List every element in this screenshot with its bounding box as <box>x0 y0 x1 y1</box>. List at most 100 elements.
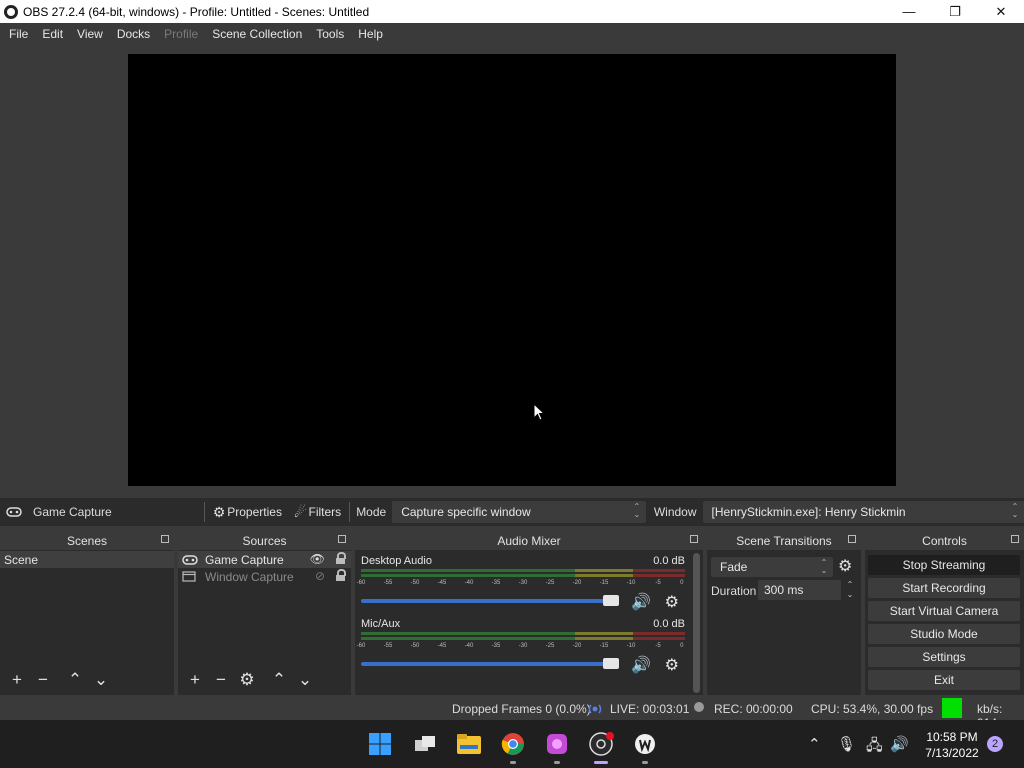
record-dot-icon <box>694 702 704 712</box>
duration-stepper[interactable]: ⌃ ⌄ <box>844 580 856 600</box>
add-scene-button[interactable]: + <box>4 670 30 690</box>
obs-logo-icon <box>4 4 18 19</box>
meter-tick: -15 <box>599 580 609 586</box>
menu-edit[interactable]: Edit <box>35 27 70 41</box>
lock-icon[interactable] <box>336 569 346 581</box>
app-icon[interactable] <box>632 731 658 757</box>
scene-item-label: Scene <box>4 552 39 567</box>
add-source-button[interactable]: + <box>182 670 208 690</box>
window-select[interactable]: [HenryStickmin.exe]: Henry Stickmin ⌃ ⌄ <box>702 501 1024 523</box>
menu-bar: File Edit View Docks Profile Scene Colle… <box>0 23 1024 45</box>
controls-dock: Controls Stop Streaming Start Recording … <box>865 531 1024 695</box>
meter-tick: -5 <box>655 580 661 586</box>
obs-taskbar-icon[interactable] <box>588 731 614 757</box>
broadcast-icon <box>588 704 602 714</box>
volume-slider-handle[interactable] <box>603 595 619 606</box>
mixer-title: Audio Mixer <box>497 533 561 548</box>
menu-profile[interactable]: Profile <box>157 27 205 41</box>
system-clock[interactable]: 10:58 PM 7/13/2022 <box>912 729 992 761</box>
move-source-down-button[interactable]: ⌄ <box>292 670 318 690</box>
mouse-cursor-icon <box>533 403 545 421</box>
chrome-icon[interactable] <box>500 731 526 757</box>
menu-docks[interactable]: Docks <box>110 27 157 41</box>
meter-tick: -10 <box>626 580 636 586</box>
menu-tools[interactable]: Tools <box>309 27 351 41</box>
meter-tick: -5 <box>655 643 661 649</box>
source-properties-gear-icon[interactable]: ⚙ <box>234 670 260 690</box>
undock-icon[interactable] <box>848 535 856 543</box>
app-active-indicator <box>594 761 608 764</box>
meter-tick: -40 <box>464 643 474 649</box>
gear-icon: ⚙ <box>212 503 226 520</box>
menu-view[interactable]: View <box>70 27 110 41</box>
speaker-icon[interactable]: 🔊 <box>631 655 651 675</box>
app-icon[interactable] <box>544 731 570 757</box>
hidden-eye-icon[interactable]: ⊘ <box>315 569 325 583</box>
remove-source-button[interactable]: − <box>208 670 234 690</box>
menu-scene-collection[interactable]: Scene Collection <box>205 27 309 41</box>
undock-icon[interactable] <box>1011 535 1019 543</box>
lock-icon[interactable] <box>336 552 346 564</box>
chevron-up-icon[interactable]: ⌃ <box>808 735 821 753</box>
window-icon <box>182 571 196 582</box>
source-item[interactable]: Window Capture ⊘ <box>178 568 351 585</box>
undock-icon[interactable] <box>690 535 698 543</box>
minimize-button[interactable]: — <box>886 0 932 23</box>
network-icon[interactable]: 🖧 <box>866 735 883 760</box>
volume-icon[interactable]: 🔊 <box>890 735 909 753</box>
menu-help[interactable]: Help <box>351 27 390 41</box>
preview-canvas[interactable] <box>128 54 896 486</box>
volume-slider-handle[interactable] <box>603 658 619 669</box>
selected-source: Game Capture <box>0 505 200 519</box>
remove-scene-button[interactable]: − <box>30 670 56 690</box>
speaker-icon[interactable]: 🔊 <box>631 592 651 612</box>
task-view-icon[interactable] <box>412 731 438 757</box>
stop-streaming-button[interactable]: Stop Streaming <box>868 555 1020 575</box>
transition-select[interactable]: Fade ⌃ ⌄ <box>711 557 833 577</box>
clock-time: 10:58 PM <box>926 730 978 744</box>
undock-icon[interactable] <box>338 535 346 543</box>
windows-start-icon[interactable] <box>367 731 393 757</box>
meter-tick: -55 <box>383 643 393 649</box>
move-source-up-button[interactable]: ⌃ <box>266 670 292 690</box>
filters-button[interactable]: ☄ Filters <box>288 500 347 524</box>
source-item[interactable]: Game Capture 👁 <box>178 551 351 568</box>
properties-button[interactable]: ⚙ Properties <box>207 500 288 524</box>
move-scene-up-button[interactable]: ⌃ <box>62 670 88 690</box>
exit-button[interactable]: Exit <box>868 670 1020 690</box>
taskbar: ⌃ 🎙 🖧 🔊 10:58 PM 7/13/2022 2 <box>0 720 1024 768</box>
file-explorer-icon[interactable] <box>456 731 482 757</box>
start-virtual-camera-button[interactable]: Start Virtual Camera <box>868 601 1020 621</box>
mixer-scrollbar[interactable] <box>693 553 700 693</box>
microphone-icon[interactable]: 🎙 <box>837 735 856 753</box>
scenes-toolbar: + − ⌃ ⌄ <box>0 665 174 695</box>
gear-icon[interactable]: ⚙ <box>665 592 679 612</box>
undock-icon[interactable] <box>161 535 169 543</box>
preview-area <box>0 45 1024 498</box>
start-recording-button[interactable]: Start Recording <box>868 578 1020 598</box>
sources-header: Sources <box>178 531 351 550</box>
volume-slider[interactable] <box>361 595 619 606</box>
meter-tick: 0 <box>680 580 684 586</box>
menu-file[interactable]: File <box>2 27 35 41</box>
transition-value: Fade <box>720 560 748 574</box>
channel-name: Desktop Audio <box>361 555 432 567</box>
window-value: [HenryStickmin.exe]: Henry Stickmin <box>711 505 906 519</box>
notification-badge[interactable]: 2 <box>987 736 1003 752</box>
mode-select[interactable]: Capture specific window ⌃ ⌄ <box>392 501 646 523</box>
gear-icon[interactable]: ⚙ <box>838 556 852 576</box>
meter-tick: -10 <box>626 643 636 649</box>
settings-button[interactable]: Settings <box>868 647 1020 667</box>
move-scene-down-button[interactable]: ⌄ <box>88 670 114 690</box>
gear-icon[interactable]: ⚙ <box>665 655 679 675</box>
maximize-button[interactable]: ❐ <box>932 0 978 23</box>
window-title: OBS 27.2.4 (64-bit, windows) - Profile: … <box>23 4 370 19</box>
transitions-title: Scene Transitions <box>736 533 832 548</box>
studio-mode-button[interactable]: Studio Mode <box>868 624 1020 644</box>
duration-input[interactable]: 300 ms <box>758 580 841 600</box>
close-button[interactable]: ✕ <box>978 0 1024 23</box>
scene-item[interactable]: Scene <box>0 551 174 568</box>
duration-value: 300 ms <box>764 583 804 597</box>
visibility-eye-icon[interactable]: 👁 <box>310 552 325 566</box>
volume-slider[interactable] <box>361 658 619 669</box>
